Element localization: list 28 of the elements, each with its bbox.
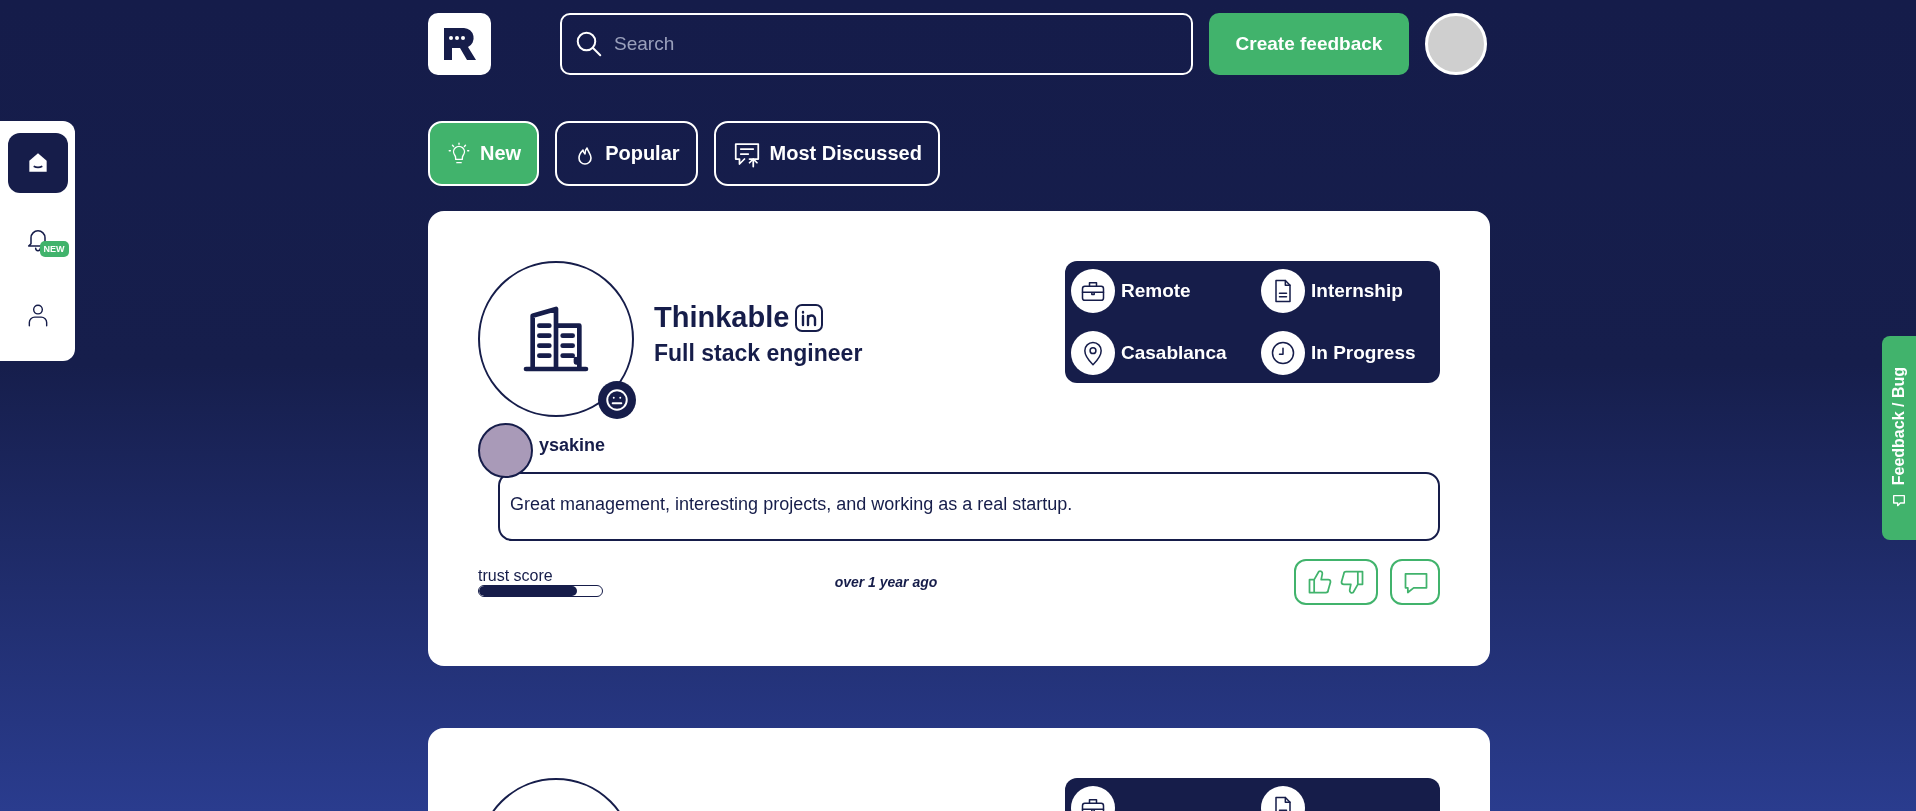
job-title: Full stack engineer <box>654 340 864 367</box>
search-field[interactable]: Search <box>560 12 1193 75</box>
app-logo[interactable] <box>428 12 491 75</box>
filter-tab[interactable]: New <box>428 121 540 186</box>
reviewer-name: ysakine <box>539 435 606 456</box>
clock-icon <box>1269 339 1297 367</box>
vote-button[interactable] <box>1294 559 1378 605</box>
thumbs-down-icon <box>1338 568 1366 596</box>
new-badge: NEW <box>39 241 69 257</box>
job-detail-label: Internship <box>1311 280 1403 302</box>
comment-button[interactable] <box>1390 559 1440 605</box>
review-text: Great management, interesting projects, and working as a real startup. <box>498 472 1440 541</box>
neutral-face-glyph-icon <box>604 387 630 413</box>
job-detail-label: In Progress <box>1311 342 1416 364</box>
filter-tab[interactable]: Most Discussed <box>713 121 940 186</box>
reviewer-avatar <box>478 423 533 478</box>
feedback-bug-tab[interactable]: Feedback / Bug <box>1882 336 1916 540</box>
thumbs-up-icon <box>1306 568 1334 596</box>
filter-tab[interactable]: Popular <box>555 121 698 186</box>
sidebar-item[interactable]: NEW <box>7 209 68 269</box>
company-name: Thinkable <box>654 301 790 334</box>
sidebar-item[interactable] <box>7 133 68 193</box>
job-detail-label: Remote <box>1121 280 1191 302</box>
post-time: over 1 year ago <box>833 574 939 590</box>
linkedin-icon[interactable] <box>795 303 824 332</box>
trust-score-label: trust score <box>478 567 554 585</box>
create-feedback-button[interactable]: Create feedback <box>1209 12 1409 75</box>
job-detail-label: Casablanca <box>1121 342 1227 364</box>
